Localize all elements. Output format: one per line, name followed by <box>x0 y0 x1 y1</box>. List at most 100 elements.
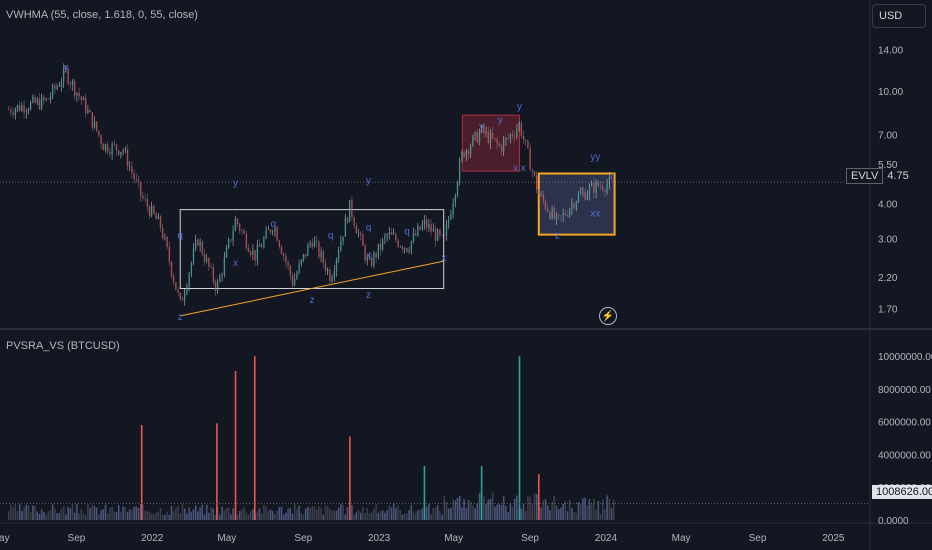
candle-body <box>236 218 239 225</box>
candle-body <box>117 150 120 155</box>
candle-body <box>69 83 72 85</box>
volume-bar <box>208 512 210 520</box>
candle-body <box>362 234 364 246</box>
candle-body <box>562 213 564 217</box>
candle-body <box>40 96 43 109</box>
candle-body <box>135 179 138 180</box>
volume-bar <box>146 511 149 520</box>
time-tick-label: May <box>217 533 236 544</box>
indicator-title-pvsra[interactable]: PVSRA_VS (BTCUSD) <box>6 340 120 352</box>
candle-body <box>375 252 377 258</box>
candle-body <box>271 231 274 233</box>
candle-body <box>329 269 331 282</box>
last-price-tag: EVLV 4.75 <box>846 168 913 184</box>
volume-bar <box>192 509 195 520</box>
candle-body <box>256 244 259 261</box>
candle-body <box>333 270 336 278</box>
candle-body <box>527 140 529 149</box>
candle-body <box>531 170 534 172</box>
candle-body <box>267 229 270 231</box>
candle-body <box>386 234 388 237</box>
candle-body <box>353 217 355 226</box>
candle-body <box>610 177 613 179</box>
volume-bar <box>399 509 402 520</box>
volume-bar <box>322 514 325 520</box>
candle-body <box>260 246 263 248</box>
wave-label: xx <box>590 208 600 219</box>
candle-body <box>49 96 52 100</box>
candle-body <box>399 246 402 248</box>
candle-body <box>423 219 426 225</box>
volume-bar <box>355 512 358 520</box>
candle-body <box>584 191 586 200</box>
wave-label: y <box>233 178 238 189</box>
candle-body <box>194 239 197 249</box>
candle-body <box>593 182 595 194</box>
volume-bar <box>573 512 575 520</box>
candle-body <box>577 193 580 202</box>
volume-bar <box>527 496 529 520</box>
candle-body <box>309 242 311 245</box>
volume-bar <box>377 512 380 520</box>
volume-bar <box>414 512 417 520</box>
volume-bar <box>43 511 45 520</box>
candle-body <box>571 203 573 209</box>
candle-body <box>219 275 221 282</box>
volume-bar <box>21 510 23 520</box>
wave-label: x x <box>513 163 526 174</box>
candle-body <box>302 254 305 260</box>
candle-body <box>443 235 446 236</box>
volume-bar <box>115 512 118 520</box>
indicator-title-vwhma[interactable]: VWHMA (55, close, 1.618, 0, 55, close) <box>6 9 198 21</box>
volume-bar <box>148 511 151 520</box>
volume-bar <box>181 503 184 520</box>
candle-body <box>278 240 281 247</box>
volume-bar <box>170 506 173 520</box>
price-tick-label: 10.00 <box>878 87 903 98</box>
currency-button[interactable]: USD <box>872 4 926 28</box>
volume-bar <box>197 511 199 520</box>
candle-body <box>216 281 219 291</box>
volume-bar <box>507 512 509 520</box>
volume-bar <box>252 509 254 520</box>
candle-body <box>606 184 608 192</box>
volume-bar <box>104 504 107 520</box>
candle-body <box>494 138 496 140</box>
volume-bar <box>362 507 364 520</box>
volume-bar <box>153 514 155 520</box>
volume-bar <box>375 504 377 520</box>
volume-bar <box>49 509 52 520</box>
candle-body <box>529 148 531 171</box>
candle-body <box>612 178 615 183</box>
candle-body <box>87 109 89 113</box>
volume-bar <box>65 514 67 520</box>
time-tick-label: May <box>0 533 9 544</box>
volume-bar <box>524 511 527 520</box>
candle-body <box>190 262 193 274</box>
volume-bar <box>476 503 479 520</box>
volume-bar <box>472 505 474 520</box>
volume-bar <box>324 505 327 520</box>
candle-body <box>82 97 85 101</box>
volume-bar <box>69 508 72 520</box>
volume-bar <box>45 514 47 520</box>
volume-bar <box>76 504 78 520</box>
volume-bar <box>164 514 166 520</box>
time-tick-label: Sep <box>294 533 312 544</box>
candle-body <box>170 261 173 276</box>
candle-body <box>555 214 558 219</box>
volume-tick-label: 0.0000 <box>878 516 909 527</box>
volume-bar <box>98 514 100 520</box>
volume-bar <box>540 507 542 520</box>
chart-canvas[interactable]: yy yyyyyyzz zzxx xx xxxqqqq q 14.0010.007.00… <box>0 0 932 550</box>
candle-body <box>71 80 74 85</box>
volume-bar <box>584 497 586 520</box>
candle-body <box>359 233 362 235</box>
volume-bar <box>276 510 278 520</box>
lightning-icon[interactable]: ⚡ <box>599 307 617 325</box>
volume-bar <box>465 508 468 520</box>
volume-bar <box>307 506 309 520</box>
candle-body <box>225 247 228 258</box>
volume-bar <box>491 492 494 520</box>
volume-bar <box>485 503 487 520</box>
